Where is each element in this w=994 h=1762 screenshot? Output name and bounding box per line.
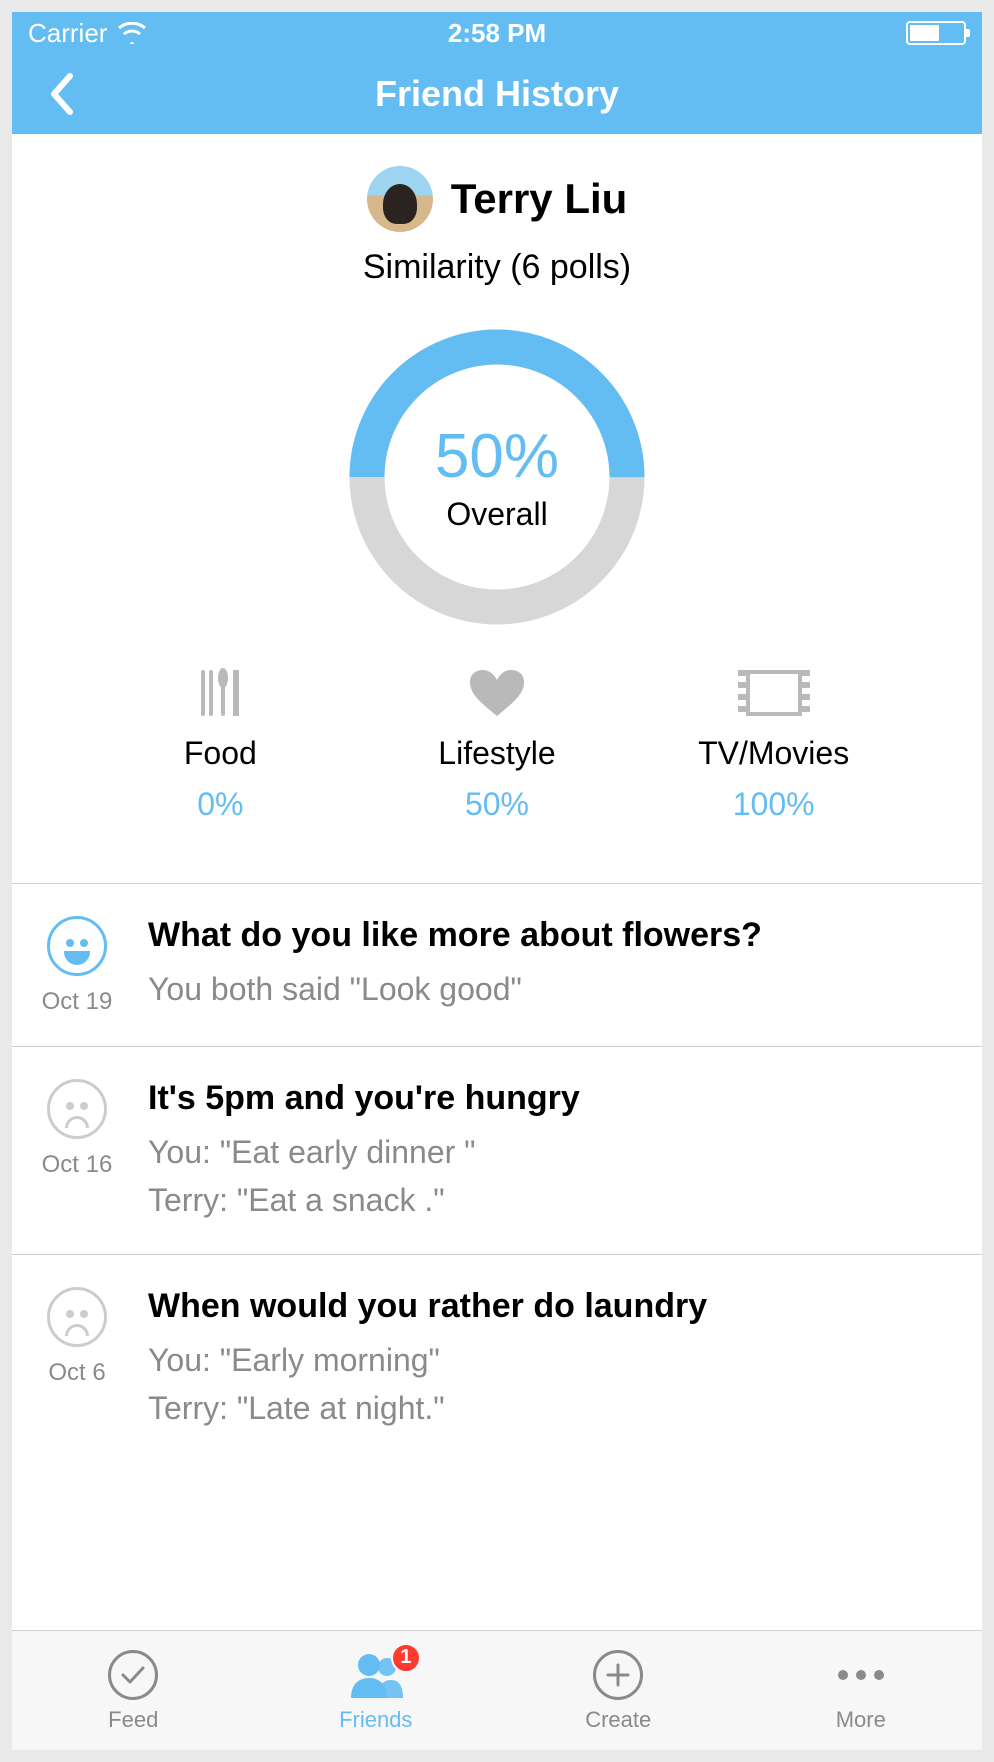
friend-name: Terry Liu [451,175,628,223]
similarity-label: Similarity (6 polls) [12,248,982,287]
category-tvmovies[interactable]: TV/Movies 100% [684,665,864,823]
friends-badge: 1 [391,1643,421,1673]
status-right [906,21,966,45]
tab-label: More [836,1707,886,1733]
sad-face-icon [47,1287,107,1347]
back-button[interactable] [48,54,76,134]
clock: 2:58 PM [12,18,982,49]
poll-row[interactable]: Oct 6 When would you rather do laundry Y… [12,1254,982,1462]
overall-percent: 50% [435,421,559,492]
avatar[interactable] [367,166,433,232]
overall-label: Overall [446,496,547,533]
category-food[interactable]: Food 0% [130,665,310,823]
poll-date: Oct 19 [42,988,113,1016]
happy-face-icon [47,916,107,976]
friends-icon: 1 [347,1649,405,1701]
utensils-icon [197,665,243,721]
film-icon [746,665,802,721]
tab-label: Feed [108,1707,158,1733]
poll-title: It's 5pm and you're hungry [148,1079,958,1118]
battery-icon [906,21,966,45]
plus-circle-icon [593,1649,643,1701]
category-label: Food [184,735,257,772]
page-title: Friend History [375,73,619,115]
category-value: 50% [465,786,529,823]
tab-label: Create [585,1707,651,1733]
tab-label: Friends [339,1707,412,1733]
category-row: Food 0% Lifestyle 50% TV/M [12,627,982,853]
profile-block: Terry Liu Similarity (6 polls) 50% Overa… [12,134,982,883]
more-icon [838,1649,884,1701]
poll-answer: You: "Early morning" [148,1336,958,1384]
poll-answer: Terry: "Late at night." [148,1384,958,1432]
poll-title: When would you rather do laundry [148,1287,958,1326]
poll-row[interactable]: Oct 19 What do you like more about flowe… [12,883,982,1046]
sad-face-icon [47,1079,107,1139]
content-area[interactable]: Terry Liu Similarity (6 polls) 50% Overa… [12,134,982,1630]
overall-donut: 50% Overall [347,327,647,627]
heart-icon [468,665,526,721]
poll-answer: You: "Eat early dinner " [148,1128,958,1176]
poll-row[interactable]: Oct 16 It's 5pm and you're hungry You: "… [12,1046,982,1254]
poll-answer: Terry: "Eat a snack ." [148,1176,958,1224]
tab-create[interactable]: Create [497,1631,740,1750]
category-lifestyle[interactable]: Lifestyle 50% [407,665,587,823]
nav-bar: Friend History [12,54,982,134]
category-label: Lifestyle [438,735,555,772]
category-label: TV/Movies [698,735,849,772]
category-value: 100% [733,786,815,823]
tab-bar: Feed 1 Friends Create [12,1630,982,1750]
poll-date: Oct 6 [48,1359,105,1387]
chevron-left-icon [48,72,76,116]
category-value: 0% [197,786,243,823]
tab-more[interactable]: More [740,1631,983,1750]
poll-title: What do you like more about flowers? [148,916,958,955]
tab-feed[interactable]: Feed [12,1631,255,1750]
poll-answer: You both said "Look good" [148,965,958,1013]
app-screen: Carrier 2:58 PM Friend History Terry Liu [12,12,982,1750]
poll-date: Oct 16 [42,1151,113,1179]
status-bar: Carrier 2:58 PM [12,12,982,54]
tab-friends[interactable]: 1 Friends [255,1631,498,1750]
check-circle-icon [108,1649,158,1701]
